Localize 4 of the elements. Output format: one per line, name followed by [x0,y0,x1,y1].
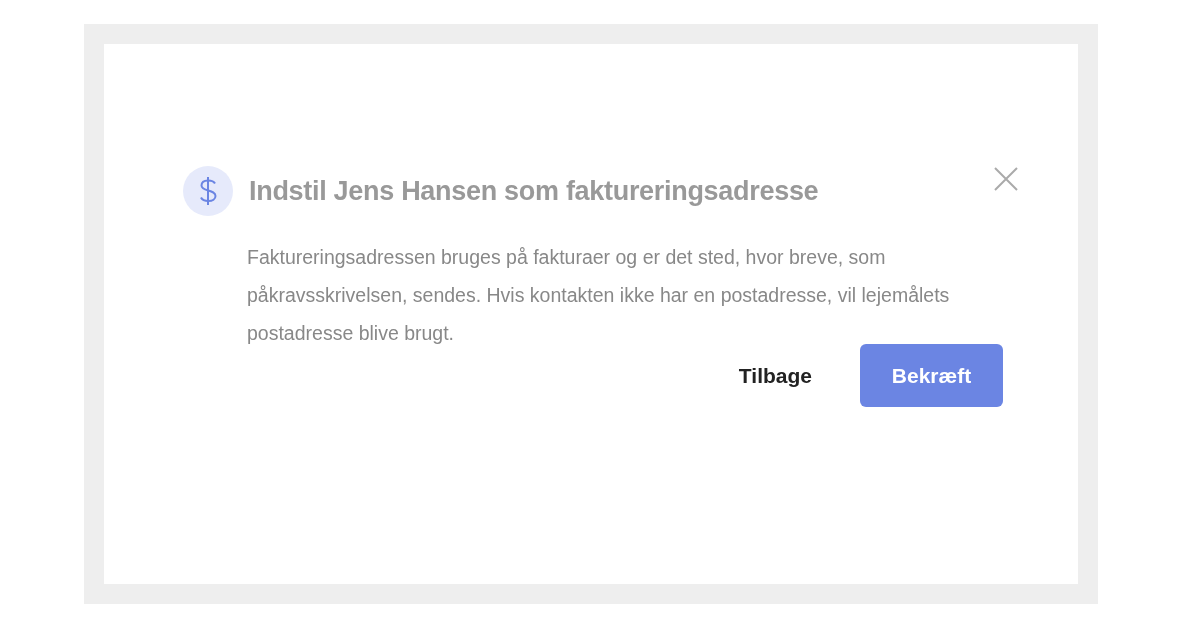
dollar-icon [183,166,233,216]
dialog-message: Faktureringsadressen bruges på fakturaer og er det sted, hvor breve, som påkravsskrivelsen, sendes. Hvis kontakten ikke har en postadresse, vil lejemålets postadresse blive brugt. [247,245,951,346]
dialog-title: Indstil Jens Hansen som faktureringsadresse [249,174,819,208]
back-button[interactable]: Tilbage [714,344,836,408]
